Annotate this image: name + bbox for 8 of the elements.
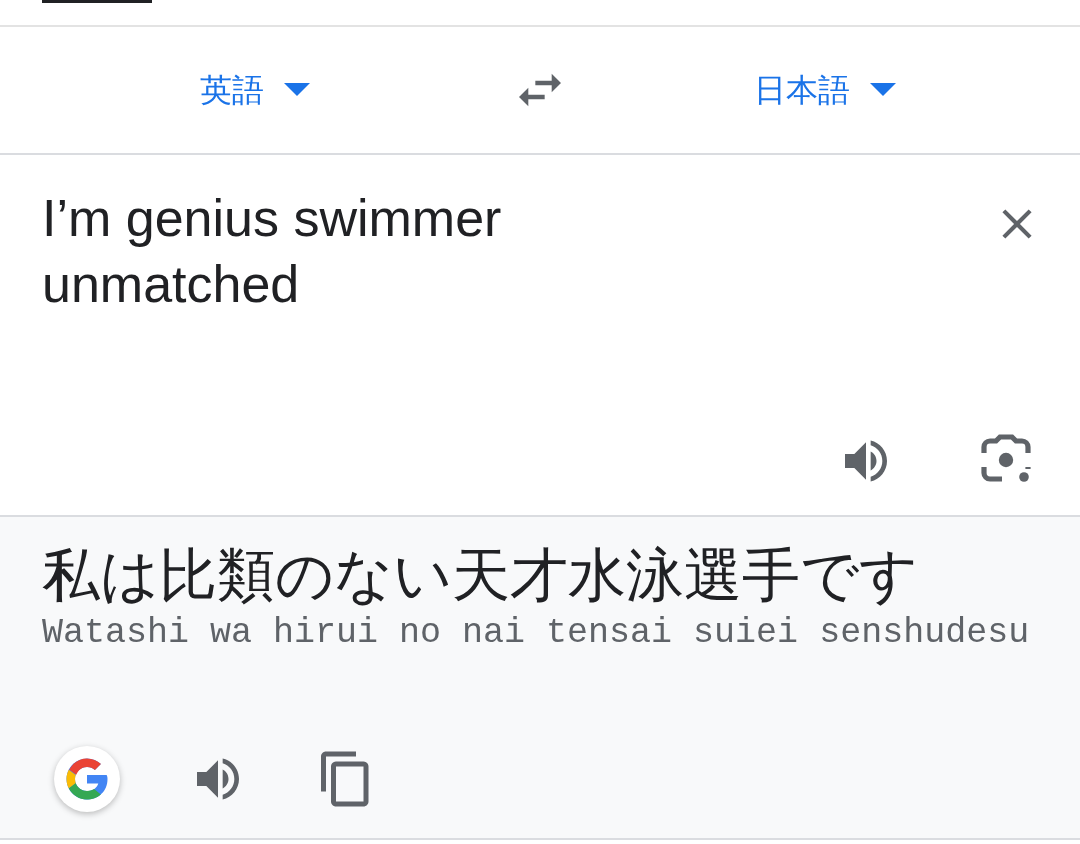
- google-logo-button[interactable]: [54, 746, 120, 812]
- target-language-button[interactable]: 日本語: [580, 66, 1080, 114]
- source-language-button[interactable]: 英語: [0, 66, 500, 114]
- caret-icon: [870, 83, 896, 97]
- translation-text: 私は比類のない天才水泳選手です: [42, 541, 919, 609]
- romanization-text: Watashi wa hirui no nai tensai suiei senshudesu: [42, 612, 1031, 655]
- source-text-field[interactable]: I’m genius swimmer unmatched: [42, 185, 682, 317]
- caret-icon: [284, 83, 310, 97]
